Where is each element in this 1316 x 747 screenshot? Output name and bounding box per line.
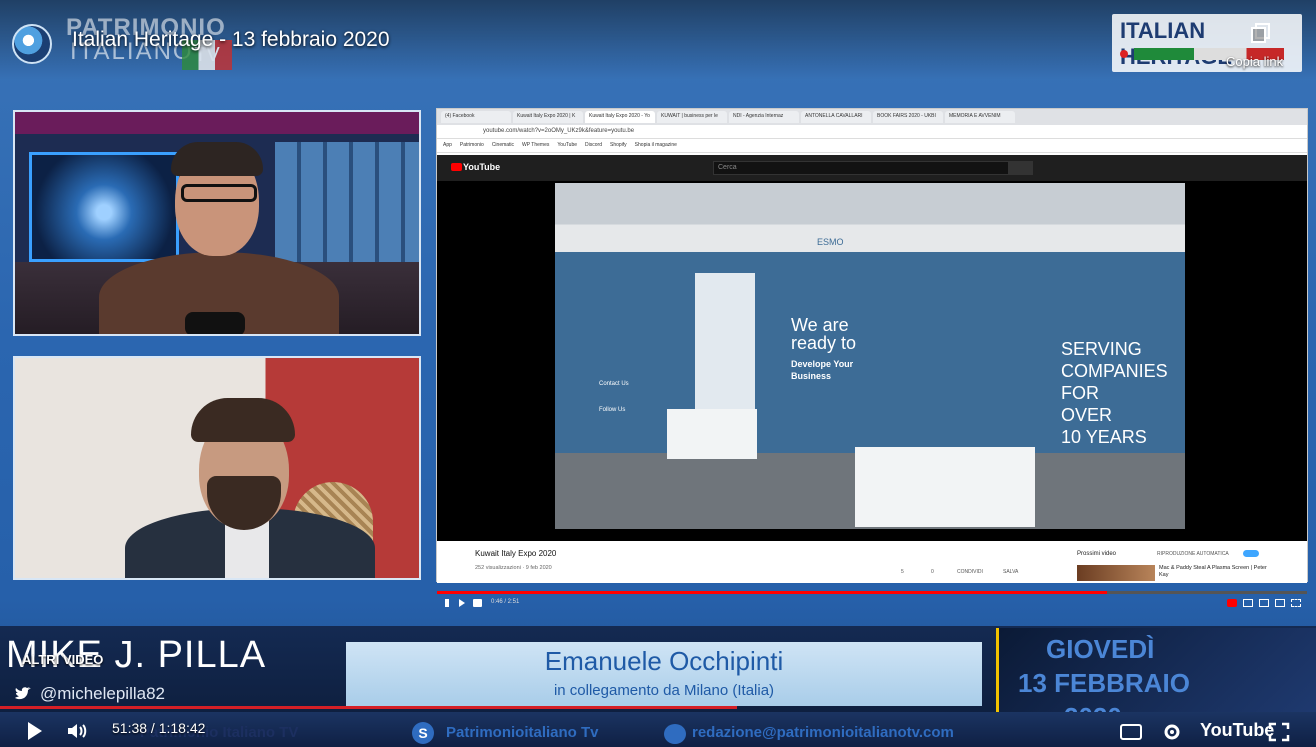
browser-tab[interactable]: (4) Facebook [441,111,511,123]
youtube-search-input[interactable]: Cerca [713,161,1009,175]
booth-text-serving: SERVING [1061,339,1142,359]
youtube-player[interactable]: We are ready to Develope Your Business E… [437,181,1307,607]
video-title-link[interactable]: Italian Heritage - 13 febbraio 2020 [72,28,390,52]
guest-video-panel [13,356,421,580]
host-video-panel [13,110,421,336]
host-hair [171,142,263,176]
bookmark-item[interactable]: Patrimonio [460,142,484,149]
player-controls: 0:46 / 2:51 [437,595,1307,613]
up-next-label: Prossimi video [1077,551,1117,557]
browser-tab[interactable]: MEMORIA E AVVENIM [945,111,1015,123]
skype-icon: S [412,722,434,744]
booth-table [667,409,757,459]
bookmark-item[interactable]: Shopify [610,142,627,149]
italian-heritage-title: ITALIAN HERITAGE [1120,18,1232,69]
embed-time-display: 51:38 / 1:18:42 [112,720,206,736]
booth-text-over: OVER [1061,405,1113,425]
date-weekday: GIOVEDÌ [1046,634,1155,664]
url-text[interactable]: youtube.com/watch?v=2oOMy_UKz9k&feature=… [483,128,634,134]
mail-icon [664,724,686,744]
theater-icon[interactable] [1275,599,1285,607]
footer-skype-handle: Patrimonioitaliano Tv [446,724,599,741]
player-progress-fill [437,591,1107,594]
bookmark-item[interactable]: App [443,142,452,149]
browser-tab-active[interactable]: Kuwait Italy Expo 2020 - Yo [585,111,655,123]
next-icon[interactable] [459,599,465,607]
host-glasses [181,184,257,202]
booth-text-companies: COMPANIES [1061,361,1168,381]
bookmarks-bar: App Patrimonio Cinematic WP Themes YouTu… [437,139,1307,153]
browser-tab[interactable]: KUWAIT | business per le [657,111,727,123]
bookmark-item[interactable]: WP Themes [522,142,549,149]
copy-link-button[interactable]: Copia link [1226,54,1283,69]
dislike-button[interactable]: 0 [931,569,934,575]
booth-contact: Contact Us [599,381,629,387]
studio-globe-screen [29,152,179,262]
more-videos-button[interactable]: ALTRI VIDEO [22,652,103,667]
captions-icon[interactable] [1120,724,1142,740]
booth-text-develop: Develope Your [791,359,854,369]
autoplay-label: RIPRODUZIONE AUTOMATICA [1157,551,1229,557]
youtube-logo-text[interactable]: YouTube [463,162,500,172]
autoplay-icon[interactable] [1227,599,1237,607]
date-day-month: 13 FEBBRAIO [1018,668,1190,698]
video-info-panel: Kuwait Italy Expo 2020 252 visualizzazio… [437,541,1307,583]
next-video-thumbnail[interactable] [1077,565,1155,581]
miniplayer-icon[interactable] [1259,599,1269,607]
address-bar[interactable]: youtube.com/watch?v=2oOMy_UKz9k&feature=… [437,125,1307,139]
fullscreen-icon[interactable] [1268,722,1290,742]
bookmark-item[interactable]: Shopia il magazine [635,142,677,149]
like-button[interactable]: 5 [901,569,904,575]
twitter-icon [15,687,31,700]
expo-booth-scene: We are ready to Develope Your Business E… [555,183,1185,529]
browser-tab[interactable]: Kuwait Italy Expo 2020 | K [513,111,583,123]
settings-gear-icon[interactable] [1162,722,1182,742]
search-button[interactable] [1009,161,1033,175]
copy-icon[interactable] [1250,22,1272,44]
booth-text-ready-to: ready to [791,333,857,353]
browser-tab-strip: (4) Facebook Kuwait Italy Expo 2020 | K … [437,109,1307,125]
browser-tab[interactable]: ANTONELLA CAVALLARI [801,111,871,123]
save-button[interactable]: SALVA [1003,569,1018,575]
play-icon[interactable] [28,722,42,740]
booth-text-ten-years: 10 YEARS [1061,427,1147,447]
badge-dot [1120,50,1128,58]
next-video-title[interactable]: Mac & Paddy Steal A Plasma Screen | Pete… [1159,565,1269,579]
booth-follow: Follow Us [599,407,626,413]
fullscreen-small-icon[interactable] [1291,599,1301,607]
autoplay-toggle[interactable] [1243,550,1259,557]
guest-name: Emanuele Occhipinti [544,646,784,676]
browser-tab[interactable]: NDI - Agenzia Internaz [729,111,799,123]
channel-logo-icon[interactable] [12,24,52,64]
youtube-header: YouTube Cerca [437,155,1307,181]
guest-hair [191,398,295,442]
browser-tab[interactable]: BOOK FAIRS 2020 - UKBI [873,111,943,123]
twitter-handle: @michelepilla82 [40,684,165,703]
booth-sign-esmo: ESMO [817,237,844,247]
subtitles-icon[interactable] [1243,599,1253,607]
booth-text-business: Business [791,371,832,381]
player-time: 0:46 / 2:51 [491,599,520,605]
footer-email: redazione@patrimonioitalianotv.com [692,724,954,741]
bookmark-item[interactable]: YouTube [557,142,577,149]
video-info-views: 252 visualizzazioni · 9 feb 2020 [475,565,552,571]
booth-text-for: FOR [1061,383,1099,403]
youtube-logo-icon[interactable] [451,163,462,171]
browser-window: (4) Facebook Kuwait Italy Expo 2020 | K … [436,108,1308,607]
share-button[interactable]: CONDIVIDI [957,569,983,575]
volume-icon[interactable] [473,599,482,607]
youtube-wordmark-button[interactable]: YouTube [1200,720,1274,741]
studio-monitor-wall [275,142,419,262]
video-info-title: Kuwait Italy Expo 2020 [475,549,557,558]
guest-location: in collegamento da Milano (Italia) [553,682,775,699]
volume-icon[interactable] [66,722,88,740]
booth-desk [855,447,1035,527]
embed-progress-bar[interactable] [0,706,737,709]
microphone [185,312,245,334]
bookmark-item[interactable]: Cinematic [492,142,514,149]
pause-icon[interactable] [445,599,449,607]
bookmark-item[interactable]: Discord [585,142,602,149]
